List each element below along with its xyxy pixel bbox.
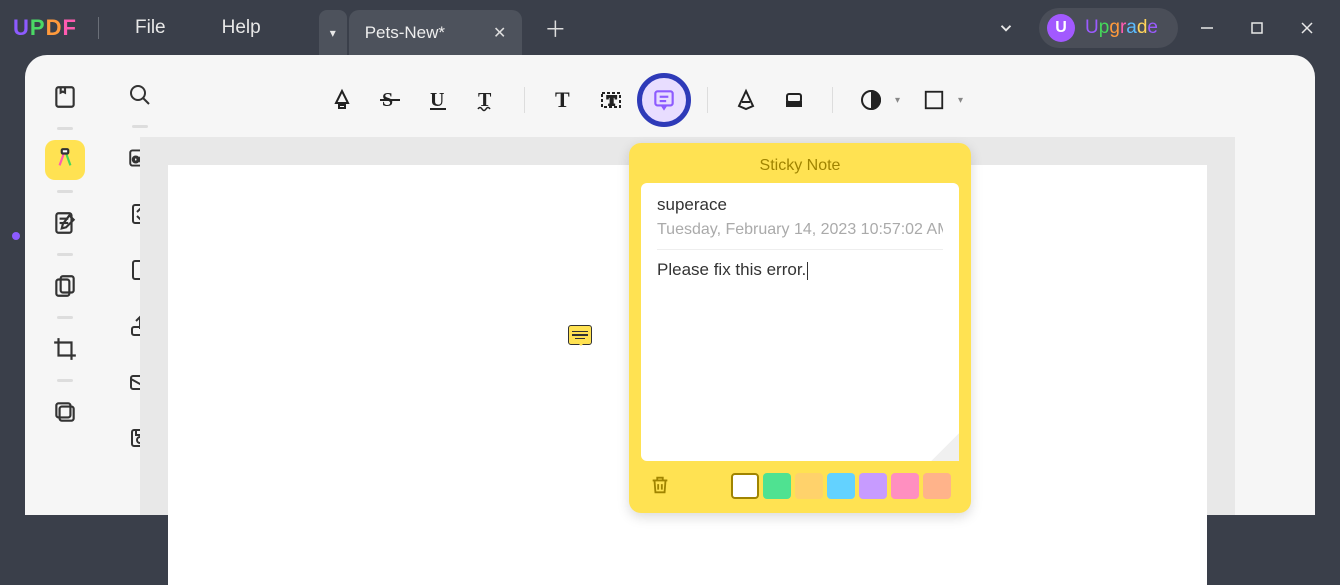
window-minimize-button[interactable] bbox=[1186, 12, 1228, 44]
app-logo: UPDF bbox=[0, 15, 90, 41]
strikethrough-tool[interactable]: S bbox=[368, 78, 412, 122]
underline-tool[interactable]: U bbox=[416, 78, 460, 122]
reader-tool[interactable] bbox=[45, 77, 85, 117]
eraser-tool[interactable] bbox=[772, 78, 816, 122]
color-swatches bbox=[731, 473, 951, 499]
window-close-button[interactable] bbox=[1286, 12, 1328, 44]
divider bbox=[657, 249, 943, 250]
sticky-note-text[interactable]: Please fix this error. bbox=[657, 260, 943, 280]
page-corner-fold bbox=[931, 433, 959, 461]
pencil-tool[interactable] bbox=[724, 78, 768, 122]
sticky-note-text-value: Please fix this error. bbox=[657, 260, 806, 279]
tab-bar: ▾ Pets-New* ✕ ＋ bbox=[319, 0, 567, 55]
color-swatch[interactable] bbox=[891, 473, 919, 499]
divider bbox=[57, 190, 73, 193]
svg-text:T: T bbox=[555, 88, 570, 112]
stamp-tool[interactable] bbox=[849, 78, 893, 122]
sticky-note-popup: Sticky Note superace Tuesday, February 1… bbox=[629, 143, 971, 513]
close-tab-icon[interactable]: ✕ bbox=[493, 23, 506, 43]
divider bbox=[707, 87, 708, 113]
tab-title: Pets-New* bbox=[365, 23, 445, 43]
chevron-down-icon[interactable]: ▾ bbox=[958, 95, 963, 106]
tab-list-dropdown[interactable]: ▾ bbox=[319, 10, 347, 55]
edit-tool[interactable] bbox=[45, 203, 85, 243]
divider bbox=[57, 316, 73, 319]
sticky-note-body[interactable]: superace Tuesday, February 14, 2023 10:5… bbox=[641, 183, 959, 461]
shape-tool[interactable] bbox=[912, 78, 956, 122]
user-avatar: U bbox=[1047, 14, 1075, 42]
chevron-down-icon[interactable]: ▾ bbox=[895, 95, 900, 106]
topbar-right: U Upgrade bbox=[981, 8, 1340, 48]
upgrade-button[interactable]: U Upgrade bbox=[1039, 8, 1178, 48]
divider bbox=[57, 253, 73, 256]
svg-text:U: U bbox=[430, 89, 444, 111]
organize-tool[interactable] bbox=[45, 266, 85, 306]
color-swatch[interactable] bbox=[923, 473, 951, 499]
highlight-tool[interactable] bbox=[320, 78, 364, 122]
color-swatch[interactable] bbox=[795, 473, 823, 499]
sticky-note-author: superace bbox=[657, 195, 943, 215]
divider bbox=[524, 87, 525, 113]
crop-tool[interactable] bbox=[45, 329, 85, 369]
workspace: S U T T T ▾ ▾ bbox=[25, 55, 1315, 515]
title-bar: UPDF File Help ▾ Pets-New* ✕ ＋ U Upgrade bbox=[0, 0, 1340, 55]
squiggly-tool[interactable]: T bbox=[464, 78, 508, 122]
svg-text:T: T bbox=[607, 94, 617, 109]
left-sidebar bbox=[25, 55, 105, 515]
color-swatch[interactable] bbox=[731, 473, 759, 499]
divider bbox=[832, 87, 833, 113]
chevron-down-icon[interactable] bbox=[981, 11, 1031, 45]
delete-note-button[interactable] bbox=[649, 474, 673, 498]
divider bbox=[57, 379, 73, 382]
sticky-note-title: Sticky Note bbox=[641, 153, 959, 183]
divider bbox=[98, 17, 99, 39]
sticky-note-marker[interactable] bbox=[568, 325, 592, 345]
indicator-dot bbox=[12, 232, 20, 240]
divider bbox=[57, 127, 73, 130]
sticky-note-tools bbox=[641, 461, 959, 499]
menu-file[interactable]: File bbox=[107, 17, 194, 39]
color-swatch[interactable] bbox=[827, 473, 855, 499]
document-page[interactable]: Sticky Note superace Tuesday, February 1… bbox=[168, 165, 1207, 585]
upgrade-label: Upgrade bbox=[1085, 17, 1158, 39]
window-maximize-button[interactable] bbox=[1236, 12, 1278, 44]
add-tab-button[interactable]: ＋ bbox=[544, 12, 566, 44]
divider bbox=[132, 125, 148, 128]
document-tab[interactable]: Pets-New* ✕ bbox=[349, 10, 523, 55]
text-tool[interactable]: T bbox=[541, 78, 585, 122]
comment-tool[interactable] bbox=[45, 140, 85, 180]
color-swatch[interactable] bbox=[859, 473, 887, 499]
text-cursor bbox=[807, 262, 808, 280]
document-canvas: Sticky Note superace Tuesday, February 1… bbox=[140, 137, 1235, 515]
batch-tool[interactable] bbox=[45, 392, 85, 432]
menu-help[interactable]: Help bbox=[194, 17, 289, 39]
sticky-note-tool[interactable] bbox=[637, 73, 691, 127]
sticky-note-timestamp: Tuesday, February 14, 2023 10:57:02 AM bbox=[657, 221, 943, 239]
logo-text: UPDF bbox=[13, 15, 77, 41]
color-swatch[interactable] bbox=[763, 473, 791, 499]
annotation-toolbar: S U T T T ▾ ▾ bbox=[140, 75, 1235, 125]
textbox-tool[interactable]: T bbox=[589, 78, 633, 122]
